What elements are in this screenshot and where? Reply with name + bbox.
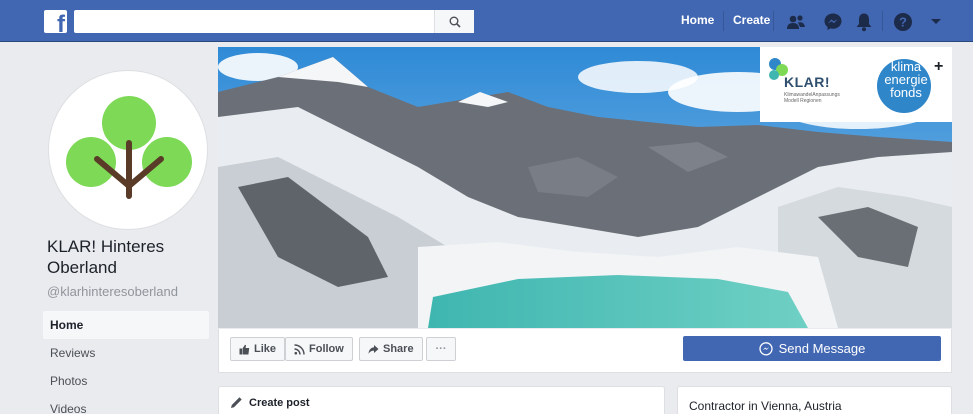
- page-name: KLAR! Hinteres Oberland: [47, 237, 165, 277]
- like-button[interactable]: Like: [230, 337, 286, 361]
- thumbs-up-icon: [239, 344, 250, 354]
- page-avatar[interactable]: [48, 70, 208, 230]
- create-post-card[interactable]: Create post: [218, 386, 665, 414]
- like-label: Like: [254, 343, 277, 355]
- sidebar-item-home[interactable]: Home: [43, 311, 209, 339]
- more-options-button[interactable]: ···: [426, 337, 456, 361]
- nav-home-link[interactable]: Home: [681, 13, 714, 27]
- messenger-icon: [758, 341, 773, 355]
- sidebar-item-videos[interactable]: Videos: [43, 395, 209, 414]
- klima-energie-fonds-text: klima energie fonds: [879, 60, 933, 99]
- nav-create-link[interactable]: Create: [733, 13, 770, 27]
- account-dropdown-icon[interactable]: [925, 11, 947, 33]
- tree-logo-icon: [66, 96, 192, 199]
- notifications-icon[interactable]: [853, 11, 875, 33]
- top-navigation-bar: f Home Create ?: [0, 0, 973, 42]
- create-post-label: Create post: [249, 397, 310, 409]
- follow-label: Follow: [309, 343, 344, 355]
- klima-line-3: fonds: [890, 85, 922, 100]
- share-button[interactable]: Share: [359, 337, 423, 361]
- page-info-card: Contractor in Vienna, Austria: [677, 386, 952, 414]
- page-handle[interactable]: @klarhinteresoberland: [47, 284, 178, 299]
- nav-divider: [723, 11, 724, 31]
- share-arrow-icon: [368, 344, 379, 354]
- klar-logo-subtitle: KlimawandelAnpassungs Modell Regionen: [784, 92, 840, 104]
- friends-icon[interactable]: [785, 11, 807, 33]
- sidebar-item-reviews[interactable]: Reviews: [43, 339, 209, 367]
- share-label: Share: [383, 343, 414, 355]
- send-message-label: Send Message: [778, 341, 866, 356]
- page-category-text: Contractor in Vienna, Austria: [689, 399, 842, 413]
- klima-plus-sign: +: [934, 58, 944, 75]
- search-icon: [449, 16, 461, 28]
- page-sidebar-nav: Home Reviews Photos Videos: [43, 311, 209, 414]
- follow-button[interactable]: Follow: [285, 337, 353, 361]
- sidebar-item-photos[interactable]: Photos: [43, 367, 209, 395]
- nav-divider: [882, 11, 883, 31]
- search-button[interactable]: [434, 10, 474, 33]
- search-input[interactable]: [74, 10, 474, 33]
- facebook-logo-icon[interactable]: f: [44, 10, 67, 33]
- nav-divider: [773, 11, 774, 31]
- send-message-button[interactable]: Send Message: [683, 336, 941, 361]
- help-icon[interactable]: ?: [892, 11, 914, 33]
- pencil-icon: [231, 397, 242, 408]
- messenger-icon[interactable]: [822, 11, 844, 33]
- rss-icon: [294, 343, 305, 355]
- svg-text:?: ?: [899, 15, 907, 30]
- klar-logo-title: KLAR!: [784, 74, 831, 90]
